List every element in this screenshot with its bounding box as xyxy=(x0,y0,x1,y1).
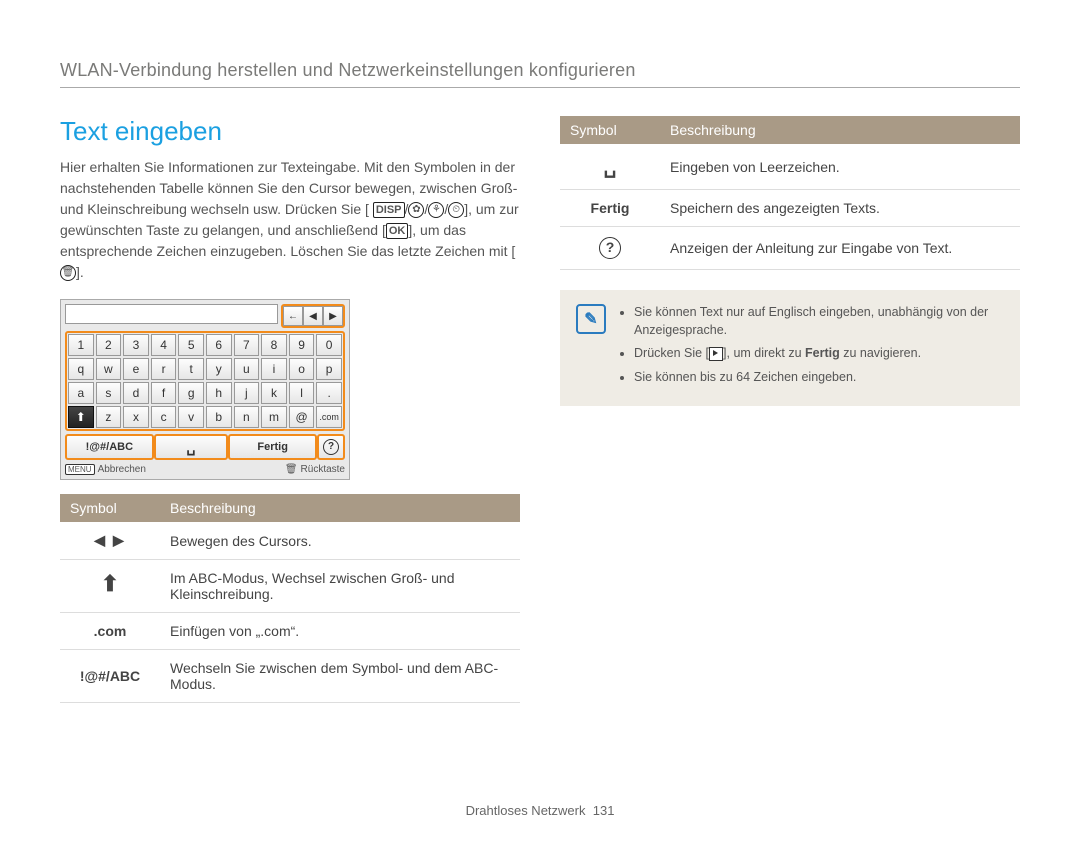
page-footer: Drahtloses Netzwerk 131 xyxy=(60,803,1020,818)
symbol-cell: !@#/ABC xyxy=(60,650,160,703)
key-2[interactable]: 2 xyxy=(96,334,122,356)
play-icon xyxy=(709,347,723,361)
symbol-cell: .com xyxy=(60,613,160,650)
keyboard-nav-backspace[interactable]: ← xyxy=(283,306,303,326)
key-t[interactable]: t xyxy=(178,358,204,380)
key-s[interactable]: s xyxy=(96,382,122,404)
key-i[interactable]: i xyxy=(261,358,287,380)
info-item: Sie können bis zu 64 Zeichen eingeben. xyxy=(634,369,1004,387)
key-@[interactable]: @ xyxy=(289,406,315,428)
keyboard-mode-toggle[interactable]: !@#/ABC xyxy=(65,434,154,460)
key-p[interactable]: p xyxy=(316,358,342,380)
symbol-cell: ? xyxy=(560,227,660,270)
timer-icon: ⏲ xyxy=(448,202,464,218)
key-k[interactable]: k xyxy=(261,382,287,404)
description-cell: Im ABC-Modus, Wechsel zwischen Groß- und… xyxy=(160,560,520,613)
key-9[interactable]: 9 xyxy=(289,334,315,356)
key-4[interactable]: 4 xyxy=(151,334,177,356)
legend-left-header-desc: Beschreibung xyxy=(160,494,520,522)
key-g[interactable]: g xyxy=(178,382,204,404)
keyboard-nav-right[interactable]: ▶ xyxy=(323,306,343,326)
key-a[interactable]: a xyxy=(68,382,94,404)
key-m[interactable]: m xyxy=(261,406,287,428)
breadcrumb: WLAN-Verbindung herstellen und Netzwerke… xyxy=(60,60,1020,88)
right-column: Symbol Beschreibung ␣Eingeben von Leerze… xyxy=(560,116,1020,703)
keyboard-cancel-hint: MENUAbbrechen xyxy=(65,464,146,475)
key-6[interactable]: 6 xyxy=(206,334,232,356)
symbol-cell: ⬆ xyxy=(60,560,160,613)
page-title: Text eingeben xyxy=(60,116,520,147)
info-icon: ✎ xyxy=(576,304,606,334)
key-e[interactable]: e xyxy=(123,358,149,380)
disp-badge: DISP xyxy=(373,202,405,218)
key-5[interactable]: 5 xyxy=(178,334,204,356)
onscreen-keyboard: ← ◀ ▶ 1234567890 qwertyuiop asdfghjkl. ⬆… xyxy=(60,299,350,480)
key-y[interactable]: y xyxy=(206,358,232,380)
key-l[interactable]: l xyxy=(289,382,315,404)
flash-icon: ⚘ xyxy=(428,202,444,218)
keyboard-help[interactable]: ? xyxy=(317,434,345,460)
symbol-cell: ␣ xyxy=(560,144,660,190)
table-row: FertigSpeichern des angezeigten Texts. xyxy=(560,190,1020,227)
key-z[interactable]: z xyxy=(96,406,122,428)
table-row: ◀ ▶Bewegen des Cursors. xyxy=(60,522,520,560)
intro-paragraph: Hier erhalten Sie Informationen zur Text… xyxy=(60,157,520,283)
key-f[interactable]: f xyxy=(151,382,177,404)
key-o[interactable]: o xyxy=(289,358,315,380)
key-h[interactable]: h xyxy=(206,382,232,404)
key-u[interactable]: u xyxy=(234,358,260,380)
ok-badge: OK xyxy=(386,223,409,239)
macro-icon: ✿ xyxy=(408,202,424,218)
table-row: .comEinfügen von „.com“. xyxy=(60,613,520,650)
key-8[interactable]: 8 xyxy=(261,334,287,356)
legend-right-header-symbol: Symbol xyxy=(560,116,660,144)
keyboard-text-field[interactable] xyxy=(65,304,278,324)
key-w[interactable]: w xyxy=(96,358,122,380)
info-item: Drücken Sie [], um direkt zu Fertig zu n… xyxy=(634,345,1004,363)
key-x[interactable]: x xyxy=(123,406,149,428)
key-d[interactable]: d xyxy=(123,382,149,404)
description-cell: Wechseln Sie zwischen dem Symbol- und de… xyxy=(160,650,520,703)
keyboard-done[interactable]: Fertig xyxy=(228,434,317,460)
description-cell: Speichern des angezeigten Texts. xyxy=(660,190,1020,227)
key-dotcom[interactable]: .com xyxy=(316,406,342,428)
left-column: Text eingeben Hier erhalten Sie Informat… xyxy=(60,116,520,703)
key-c[interactable]: c xyxy=(151,406,177,428)
legend-left-header-symbol: Symbol xyxy=(60,494,160,522)
key-r[interactable]: r xyxy=(151,358,177,380)
description-cell: Anzeigen der Anleitung zur Eingabe von T… xyxy=(660,227,1020,270)
info-item: Sie können Text nur auf Englisch eingebe… xyxy=(634,304,1004,339)
description-cell: Bewegen des Cursors. xyxy=(160,522,520,560)
info-box: ✎ Sie können Text nur auf Englisch einge… xyxy=(560,290,1020,406)
keyboard-nav-left[interactable]: ◀ xyxy=(303,306,323,326)
key-3[interactable]: 3 xyxy=(123,334,149,356)
table-row: ␣Eingeben von Leerzeichen. xyxy=(560,144,1020,190)
description-cell: Einfügen von „.com“. xyxy=(160,613,520,650)
key-j[interactable]: j xyxy=(234,382,260,404)
table-row: ?Anzeigen der Anleitung zur Eingabe von … xyxy=(560,227,1020,270)
legend-table-left: Symbol Beschreibung ◀ ▶Bewegen des Curso… xyxy=(60,494,520,703)
key-1[interactable]: 1 xyxy=(68,334,94,356)
table-row: ⬆Im ABC-Modus, Wechsel zwischen Groß- un… xyxy=(60,560,520,613)
keyboard-backspace-hint: 🗑Rücktaste xyxy=(285,464,345,475)
key-shift[interactable]: ⬆ xyxy=(68,406,94,428)
key-7[interactable]: 7 xyxy=(234,334,260,356)
key-n[interactable]: n xyxy=(234,406,260,428)
description-cell: Eingeben von Leerzeichen. xyxy=(660,144,1020,190)
symbol-cell: ◀ ▶ xyxy=(60,522,160,560)
key-v[interactable]: v xyxy=(178,406,204,428)
delete-icon: 🗑 xyxy=(60,265,76,281)
legend-right-header-desc: Beschreibung xyxy=(660,116,1020,144)
key-b[interactable]: b xyxy=(206,406,232,428)
table-row: !@#/ABCWechseln Sie zwischen dem Symbol-… xyxy=(60,650,520,703)
legend-table-right: Symbol Beschreibung ␣Eingeben von Leerze… xyxy=(560,116,1020,270)
keyboard-space[interactable]: ␣ xyxy=(154,434,229,460)
key-q[interactable]: q xyxy=(68,358,94,380)
key-.[interactable]: . xyxy=(316,382,342,404)
key-0[interactable]: 0 xyxy=(316,334,342,356)
symbol-cell: Fertig xyxy=(560,190,660,227)
